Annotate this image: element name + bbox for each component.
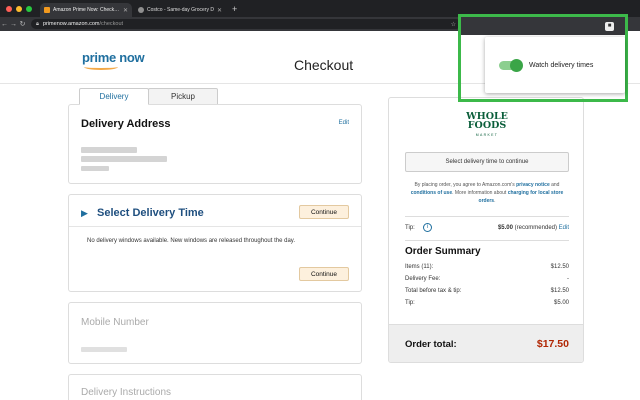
delivery-instructions-title: Delivery Instructions bbox=[81, 387, 172, 398]
summary-row-label: Delivery Fee: bbox=[405, 276, 441, 282]
mobile-number-title: Mobile Number bbox=[81, 317, 149, 328]
minimize-window-dot[interactable] bbox=[16, 6, 22, 12]
order-panel: WHOLE FOODS MARKET Select delivery time … bbox=[388, 97, 584, 363]
forward-arrow-icon[interactable]: → bbox=[9, 21, 18, 28]
new-tab-button[interactable]: + bbox=[226, 4, 237, 17]
extension-highlight-frame: ■ Watch delivery times bbox=[458, 14, 628, 102]
page-title: Checkout bbox=[294, 57, 354, 73]
maximize-window-dot[interactable] bbox=[26, 6, 32, 12]
summary-row-value: $5.00 bbox=[553, 300, 569, 306]
prime-now-logo[interactable]: prime now bbox=[82, 49, 145, 70]
url-host: primenow.amazon.com bbox=[42, 21, 100, 27]
address-line-redacted bbox=[81, 166, 109, 171]
continue-button[interactable]: Continue bbox=[299, 205, 349, 219]
url-path: /checkout bbox=[99, 21, 124, 27]
order-total-label: Order total: bbox=[405, 339, 457, 350]
browser-tab-costco[interactable]: Costco - Same-day Grocery D ✕ bbox=[134, 3, 226, 17]
address-line-redacted bbox=[81, 147, 137, 153]
summary-row: Delivery Fee: - bbox=[405, 276, 569, 282]
summary-row: Total before tax & tip: $12.50 bbox=[405, 288, 569, 294]
legal-text: and bbox=[549, 182, 560, 188]
no-windows-message: No delivery windows available. New windo… bbox=[87, 238, 296, 244]
close-window-dot[interactable] bbox=[6, 6, 12, 12]
delivery-instructions-card: Delivery Instructions bbox=[68, 374, 362, 400]
tip-row: Tip: i $5.00 (recommended) Edit bbox=[405, 223, 569, 232]
privacy-notice-link[interactable]: privacy notice bbox=[516, 182, 550, 188]
tip-recommended: (recommended) bbox=[512, 225, 559, 231]
delivery-address-title: Delivery Address bbox=[81, 118, 171, 130]
whole-foods-logo: WHOLE FOODS MARKET bbox=[465, 112, 509, 140]
continue-button-bottom[interactable]: Continue bbox=[299, 267, 349, 281]
mobile-number-card: Mobile Number bbox=[68, 302, 362, 364]
select-delivery-time-button[interactable]: Select delivery time to continue bbox=[405, 152, 569, 172]
extension-icon[interactable]: ■ bbox=[605, 22, 614, 31]
panel-divider bbox=[405, 240, 569, 241]
mobile-number-redacted bbox=[81, 347, 127, 352]
logo-prime-text: prime bbox=[82, 50, 116, 65]
tab-label: Costco - Same-day Grocery D bbox=[147, 7, 214, 13]
back-arrow-icon[interactable]: ← bbox=[0, 21, 9, 28]
legal-text: . More information about bbox=[452, 190, 508, 196]
bookmark-star-icon[interactable]: ☆ bbox=[451, 21, 456, 28]
legal-notice: By placing order, you agree to Amazon.co… bbox=[405, 181, 569, 205]
tip-value: $5.00 bbox=[497, 225, 513, 231]
card-divider bbox=[69, 226, 361, 227]
address-line-redacted bbox=[81, 156, 167, 162]
window-controls bbox=[0, 6, 38, 17]
reload-icon[interactable]: ↻ bbox=[18, 20, 27, 28]
costco-favicon-icon bbox=[138, 7, 144, 13]
summary-row-value: $12.50 bbox=[550, 264, 569, 270]
extension-popup: Watch delivery times bbox=[485, 37, 625, 93]
summary-row-label: Tip: bbox=[405, 300, 415, 306]
tab-close-icon[interactable]: ✕ bbox=[123, 7, 128, 14]
summary-row-label: Items (11): bbox=[405, 264, 434, 270]
summary-row: Tip: $5.00 bbox=[405, 300, 569, 306]
logo-now-text: now bbox=[119, 50, 145, 65]
order-summary-title: Order Summary bbox=[405, 246, 481, 257]
watch-delivery-toggle[interactable] bbox=[499, 59, 523, 72]
tab-pickup[interactable]: Pickup bbox=[148, 88, 218, 105]
address-bar[interactable]: 🔒︎ primenow.amazon.com/checkout ☆ bbox=[31, 19, 461, 29]
summary-row: Items (11): $12.50 bbox=[405, 264, 569, 270]
tip-label: Tip: bbox=[405, 225, 415, 231]
amazon-smile-icon bbox=[84, 64, 118, 70]
logo-market-text: MARKET bbox=[475, 133, 499, 137]
delivery-time-card: ▶ Select Delivery Time Continue No deliv… bbox=[68, 194, 362, 292]
delivery-address-card: Delivery Address Edit bbox=[68, 104, 362, 184]
edit-address-link[interactable]: Edit bbox=[339, 120, 349, 126]
browser-tab-amazon[interactable]: Amazon Prime Now: Checkout ✕ bbox=[40, 3, 132, 17]
panel-divider bbox=[405, 216, 569, 217]
extension-toolbar-strip: ■ bbox=[461, 17, 625, 35]
amazon-favicon-icon bbox=[44, 7, 50, 13]
expand-arrow-icon: ▶ bbox=[81, 208, 88, 218]
toggle-knob bbox=[510, 59, 523, 72]
edit-tip-link[interactable]: Edit bbox=[559, 225, 569, 231]
order-total-value: $17.50 bbox=[536, 338, 569, 350]
select-delivery-time-title: Select Delivery Time bbox=[97, 207, 204, 219]
conditions-of-use-link[interactable]: conditions of use bbox=[411, 190, 452, 196]
logo-foods-text: FOODS bbox=[467, 120, 507, 131]
tab-delivery[interactable]: Delivery bbox=[79, 88, 149, 105]
summary-row-value: $12.50 bbox=[550, 288, 569, 294]
info-icon[interactable]: i bbox=[423, 223, 432, 232]
legal-text: By placing order, you agree to Amazon.co… bbox=[414, 182, 517, 188]
watch-delivery-label: Watch delivery times bbox=[529, 62, 594, 69]
tab-close-icon[interactable]: ✕ bbox=[217, 7, 222, 14]
order-total-bar: Order total: $17.50 bbox=[389, 324, 583, 362]
summary-row-label: Total before tax & tip: bbox=[405, 288, 462, 294]
legal-text: . bbox=[494, 198, 496, 204]
summary-row-value: - bbox=[567, 276, 569, 282]
lock-icon: 🔒︎ bbox=[36, 20, 39, 27]
tab-label: Amazon Prime Now: Checkout bbox=[53, 7, 120, 13]
